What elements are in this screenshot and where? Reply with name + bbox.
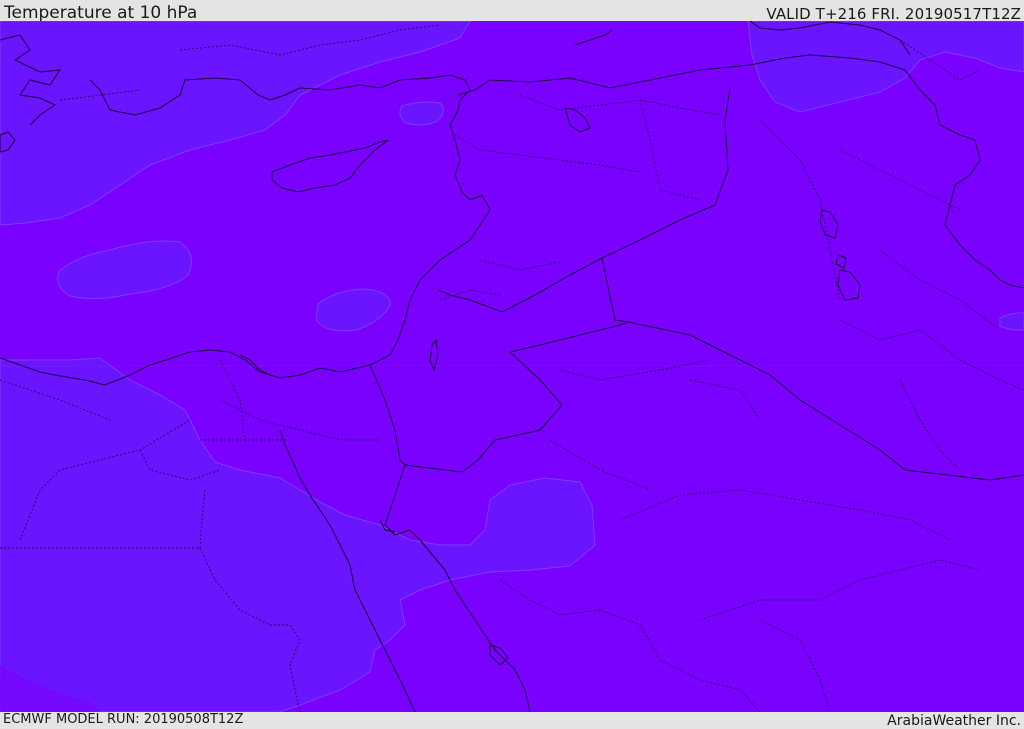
header-bar: Temperature at 10 hPa VALID T+216 FRI. 2…	[0, 0, 1024, 23]
map-title: Temperature at 10 hPa	[4, 3, 198, 23]
contour-region-small-1	[399, 101, 444, 126]
map-svg	[0, 21, 1024, 712]
footer-bar: ECMWF MODEL RUN: 20190508T12Z ArabiaWeat…	[0, 712, 1024, 729]
model-run-label: ECMWF MODEL RUN: 20190508T12Z	[3, 712, 244, 727]
credit-label: ArabiaWeather Inc.	[887, 713, 1021, 729]
map-canvas[interactable]	[0, 21, 1024, 712]
